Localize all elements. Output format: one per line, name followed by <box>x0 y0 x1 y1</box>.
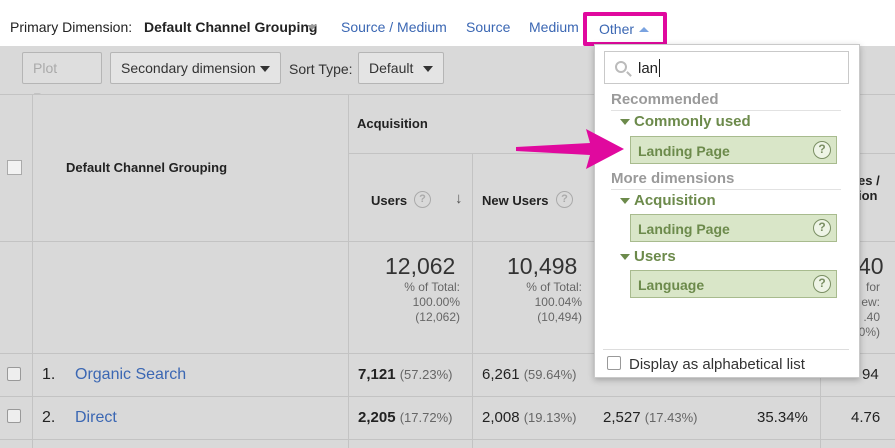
dimension-link-source-medium[interactable]: Source / Medium <box>341 19 447 35</box>
sort-type-label: Sort Type: <box>289 61 353 77</box>
truncated-total: 40 <box>858 253 884 279</box>
users-total-base: (12,062) <box>415 310 460 324</box>
caret-down-icon <box>620 198 630 205</box>
new-users-column-header[interactable]: New Users <box>482 193 548 208</box>
more-dimensions-heading: More dimensions <box>611 170 735 187</box>
row-number: 2. <box>42 409 56 426</box>
secondary-dimension-label: Secondary dimension <box>121 60 256 76</box>
help-icon[interactable]: ? <box>813 219 831 237</box>
truncated-total-l4: 0%) <box>858 325 880 339</box>
row-users: 7,121 (57.23%) <box>358 366 453 383</box>
row-users: 2,205 (17.72%) <box>358 409 453 426</box>
divider <box>348 94 349 448</box>
users-total: 12,062 <box>385 253 456 279</box>
divider <box>611 189 841 190</box>
primary-dimension-label: Primary Dimension: <box>10 19 133 35</box>
text-cursor <box>659 59 660 77</box>
help-icon[interactable]: ? <box>414 191 431 208</box>
row-channel-link[interactable]: Organic Search <box>75 366 186 384</box>
acquisition-group-header: Acquisition <box>357 116 428 131</box>
row-truncated-value: 94 <box>862 366 879 383</box>
dimension-search-value: lan <box>638 60 659 77</box>
divider <box>32 94 33 448</box>
help-icon[interactable]: ? <box>556 191 573 208</box>
row-bounce-rate: 35.34% <box>757 409 808 426</box>
sort-descending-icon[interactable]: ↓ <box>455 190 463 207</box>
new-users-total-base: (10,494) <box>537 310 582 324</box>
sort-type-dropdown[interactable]: Default <box>358 52 444 84</box>
highlight-arrow-icon <box>516 129 624 169</box>
dimension-option-landing-page[interactable]: Landing Page ? <box>630 136 837 164</box>
new-users-total-pct: 100.04% <box>534 295 582 309</box>
other-dimension-label: Other <box>599 21 635 37</box>
new-users-total-label: % of Total: <box>526 280 582 294</box>
row-channel-link[interactable]: Direct <box>75 409 117 427</box>
users-column-header[interactable]: Users <box>371 193 407 208</box>
divider <box>0 396 895 397</box>
truncated-column-header[interactable]: es / ion <box>858 173 880 203</box>
users-total-pct: 100.00% <box>412 295 460 309</box>
chevron-down-icon[interactable] <box>307 25 317 30</box>
dimension-search-input[interactable]: lan <box>604 51 849 84</box>
dimension-column-header[interactable]: Default Channel Grouping <box>66 160 227 175</box>
dimension-option-label: Landing Page <box>638 221 730 237</box>
acquisition-group[interactable]: Acquisition <box>620 192 716 209</box>
new-users-total: 10,498 <box>507 253 578 279</box>
help-icon[interactable]: ? <box>813 141 831 159</box>
truncated-total-l1: for <box>865 280 880 294</box>
truncated-total-l3: .40 <box>863 310 880 324</box>
row-new-users: 6,261 (59.64%) <box>482 366 577 383</box>
divider <box>611 110 841 111</box>
sort-type-value: Default <box>369 60 414 76</box>
secondary-dimension-dropdown[interactable]: Secondary dimension <box>110 52 281 84</box>
dimension-dropdown-panel: lan Recommended Commonly used Landing Pa… <box>594 44 860 378</box>
row-new-users: 2,008 (19.13%) <box>482 409 577 426</box>
alphabetical-list-label[interactable]: Display as alphabetical list <box>629 356 805 373</box>
dimension-option-language[interactable]: Language ? <box>630 270 837 298</box>
dimension-link-source[interactable]: Source <box>466 19 510 35</box>
chevron-up-icon <box>639 27 649 32</box>
caret-down-icon <box>620 254 630 261</box>
dimension-option-label: Landing Page <box>638 143 730 159</box>
users-total-label: % of Total: <box>404 280 460 294</box>
caret-down-icon <box>260 66 270 72</box>
row-number: 1. <box>42 366 56 383</box>
caret-down-icon <box>620 119 630 126</box>
other-dimension-button[interactable]: Other <box>583 12 667 46</box>
row-checkbox[interactable] <box>7 409 21 423</box>
row-sessions: 2,527 (17.43%) <box>603 409 698 426</box>
caret-down-icon <box>423 66 433 72</box>
recommended-heading: Recommended <box>611 91 719 108</box>
alphabetical-list-checkbox[interactable] <box>607 356 621 370</box>
dimension-option-label: Language <box>638 277 705 293</box>
divider <box>472 153 473 448</box>
divider <box>0 439 895 440</box>
row-checkbox[interactable] <box>7 367 21 381</box>
select-all-checkbox[interactable] <box>7 160 22 175</box>
dimension-link-medium[interactable]: Medium <box>529 19 579 35</box>
truncated-total-l2: ew: <box>861 295 880 309</box>
divider <box>603 349 849 350</box>
primary-dimension-bar <box>0 0 895 46</box>
users-group[interactable]: Users <box>620 248 676 265</box>
dimension-option-landing-page[interactable]: Landing Page ? <box>630 214 837 242</box>
search-icon <box>615 61 627 73</box>
row-pages-per-session: 4.76 <box>851 409 881 426</box>
help-icon[interactable]: ? <box>813 275 831 293</box>
primary-dimension-current[interactable]: Default Channel Grouping <box>144 19 317 35</box>
plot-rows-button[interactable]: Plot Rows <box>22 52 102 106</box>
commonly-used-group[interactable]: Commonly used <box>620 113 751 130</box>
